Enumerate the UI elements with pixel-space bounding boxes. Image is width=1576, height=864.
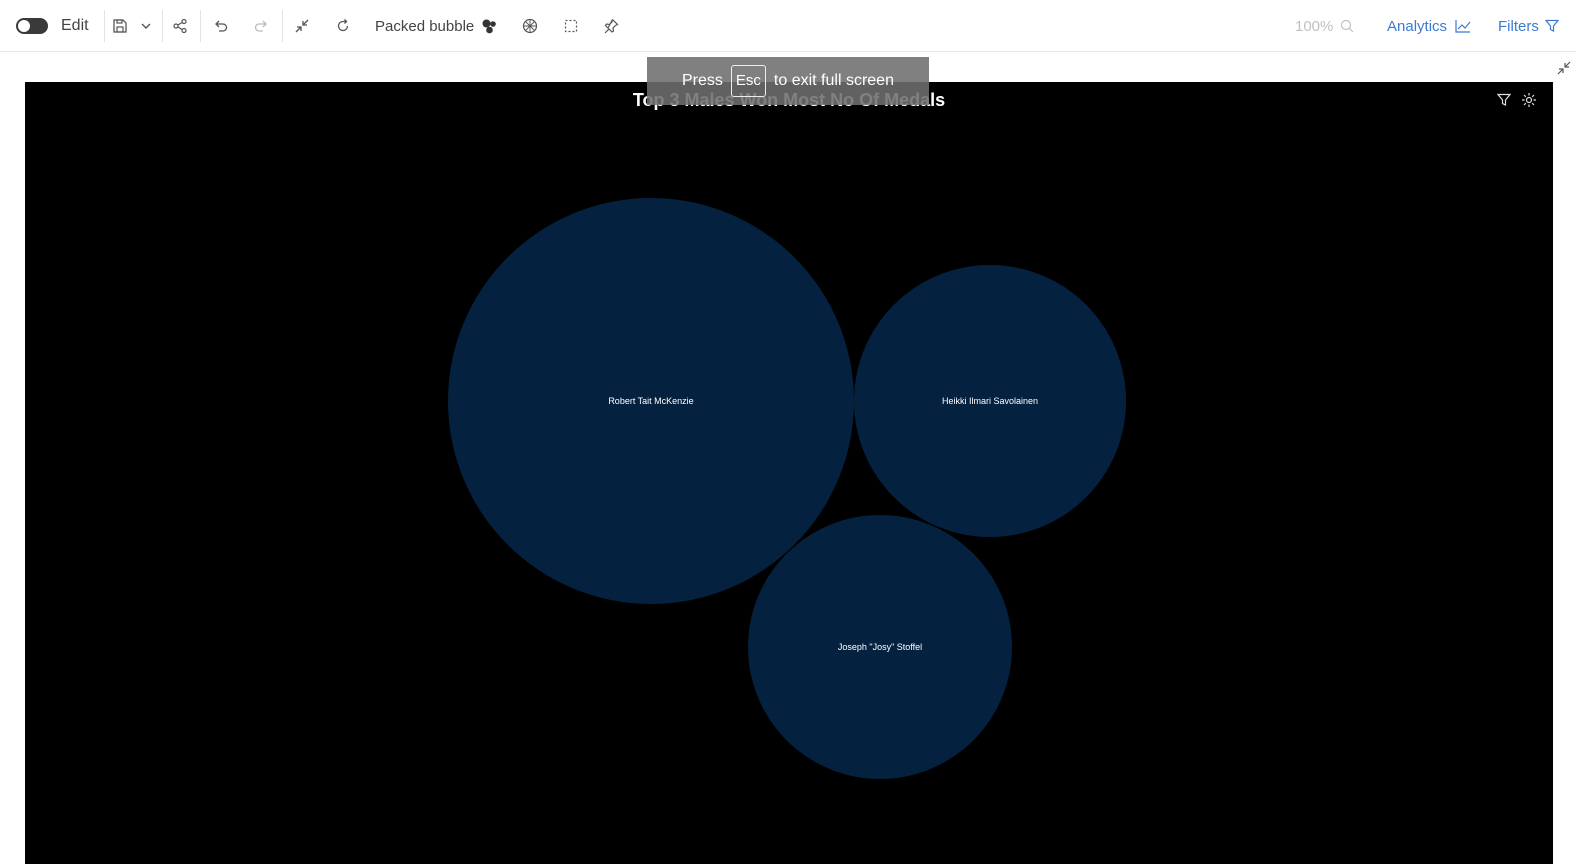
- bubble[interactable]: Heikki Ilmari Savolainen: [854, 265, 1126, 537]
- refresh-icon[interactable]: [335, 0, 351, 52]
- filters-label[interactable]: Filters: [1498, 18, 1539, 35]
- undo-icon[interactable]: [213, 0, 229, 52]
- palette-icon[interactable]: [522, 0, 538, 52]
- analytics-button[interactable]: Analytics: [1387, 0, 1471, 52]
- banner-suffix: to exit full screen: [773, 72, 894, 89]
- edit-label: Edit: [61, 17, 89, 34]
- esc-key: Esc: [730, 65, 766, 97]
- toolbar: Edit Packed bubble 100% Analytics Filter…: [0, 0, 1576, 52]
- select-area-icon[interactable]: [563, 0, 579, 52]
- share-icon[interactable]: [172, 0, 188, 52]
- bubble-label: Robert Tait McKenzie: [608, 396, 693, 406]
- chart-canvas: Robert Tait McKenzie Heikki Ilmari Savola…: [25, 82, 1553, 864]
- filter-icon[interactable]: [1544, 19, 1559, 33]
- chevron-down-icon[interactable]: [140, 0, 152, 52]
- edit-toggle[interactable]: [16, 0, 48, 52]
- analytics-icon[interactable]: [1455, 19, 1471, 33]
- bubble[interactable]: Robert Tait McKenzie: [448, 198, 854, 604]
- chart-type-label[interactable]: Packed bubble: [375, 18, 474, 35]
- pin-icon[interactable]: [603, 0, 619, 52]
- chart-settings-icon[interactable]: [1521, 92, 1537, 108]
- packed-bubble-icon[interactable]: [481, 0, 497, 52]
- chart-type-label-wrap[interactable]: Packed bubble: [375, 0, 474, 52]
- canvas-tools: [1497, 92, 1537, 108]
- fullscreen-banner: Press Esc to exit full screen: [647, 57, 929, 105]
- bubble[interactable]: Joseph "Josy" Stoffel: [748, 515, 1012, 779]
- banner-prefix: Press: [682, 72, 723, 89]
- bubble-label: Heikki Ilmari Savolainen: [942, 396, 1038, 406]
- analytics-label[interactable]: Analytics: [1387, 18, 1447, 35]
- exit-fullscreen-icon[interactable]: [1556, 60, 1572, 81]
- zoom-icon[interactable]: [1340, 19, 1354, 33]
- chart-filter-icon[interactable]: [1497, 92, 1511, 108]
- collapse-icon[interactable]: [294, 0, 310, 52]
- bubble-chart: Robert Tait McKenzie Heikki Ilmari Savola…: [448, 198, 1126, 779]
- zoom-wrap: 100%: [1295, 0, 1354, 52]
- zoom-level: 100%: [1295, 17, 1334, 35]
- filters-button[interactable]: Filters: [1498, 0, 1559, 52]
- edit-label-wrap: Edit: [61, 0, 89, 52]
- save-icon[interactable]: [112, 0, 128, 52]
- bubble-label: Joseph "Josy" Stoffel: [838, 642, 922, 652]
- redo-icon[interactable]: [253, 0, 269, 52]
- toggle-switch[interactable]: [16, 18, 48, 34]
